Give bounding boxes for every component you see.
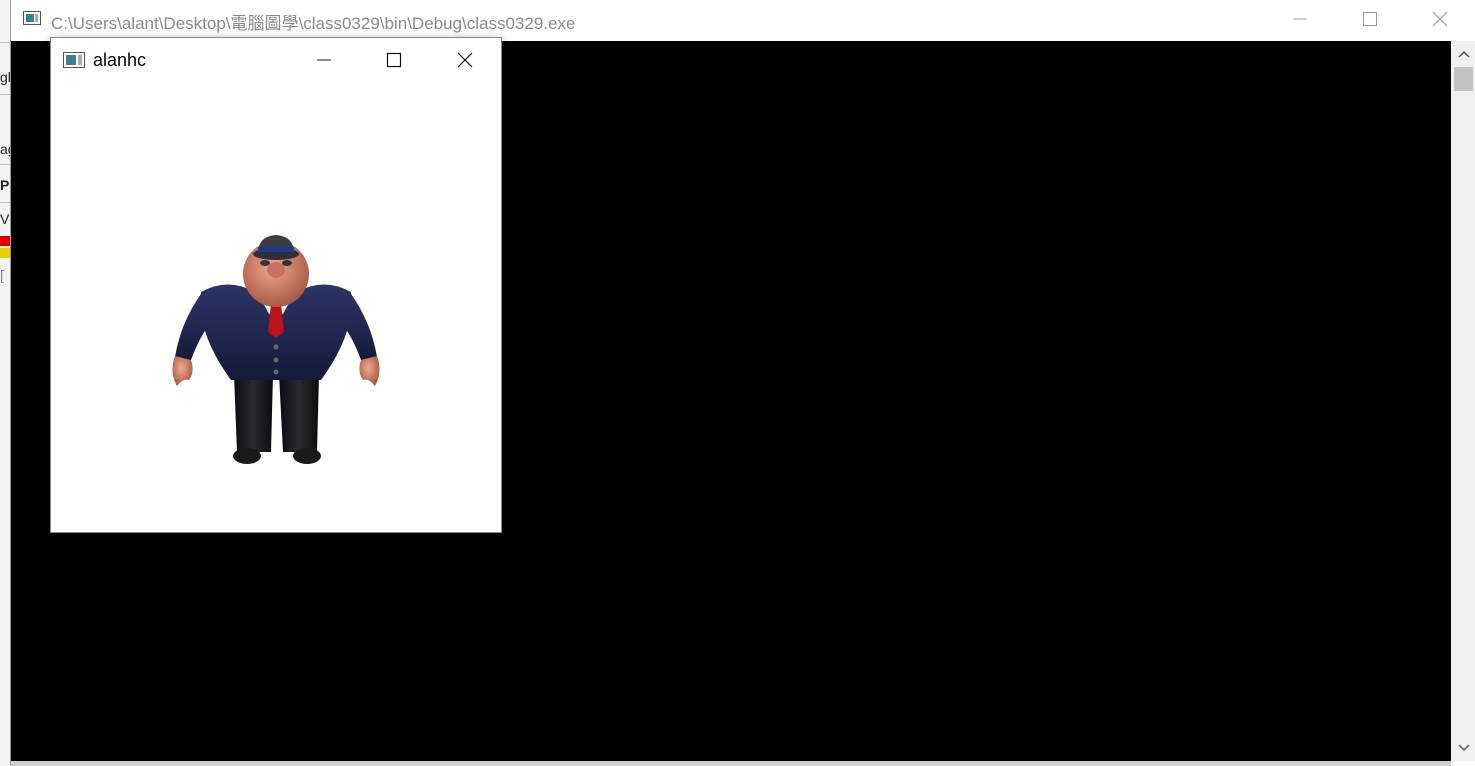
gl-titlebar[interactable]: alanhc xyxy=(51,38,501,82)
console-scrollbar[interactable] xyxy=(1451,41,1475,761)
console-window-title: C:\Users\alant\Desktop\電腦圖學\class0329\bi… xyxy=(51,14,576,33)
gl-maximize-button[interactable] xyxy=(359,41,429,79)
console-titlebar[interactable]: C:\Users\alant\Desktop\電腦圖學\class0329\bi… xyxy=(11,0,1475,41)
gl-render-canvas[interactable] xyxy=(51,82,501,532)
gl-window-title: alanhc xyxy=(93,50,147,70)
gl-minimize-button[interactable] xyxy=(289,41,359,79)
chevron-down-icon xyxy=(1457,744,1470,752)
chevron-up-icon xyxy=(1457,50,1470,58)
scroll-up-button[interactable] xyxy=(1451,43,1475,65)
close-icon xyxy=(1432,11,1448,27)
scroll-down-button[interactable] xyxy=(1451,737,1475,759)
console-maximize-button[interactable] xyxy=(1335,0,1405,38)
console-close-button[interactable] xyxy=(1405,0,1475,38)
minimize-icon xyxy=(1293,18,1307,20)
minimize-icon xyxy=(317,59,331,61)
gl-window: alanhc xyxy=(50,37,502,533)
console-bottom-edge xyxy=(11,761,1451,766)
console-app-icon xyxy=(23,11,41,25)
glut-app-icon xyxy=(63,52,85,68)
maximize-icon xyxy=(386,52,402,68)
console-minimize-button[interactable] xyxy=(1265,0,1335,38)
gl-close-button[interactable] xyxy=(430,41,500,79)
character-figure xyxy=(172,235,380,464)
maximize-icon xyxy=(1363,12,1377,26)
close-icon xyxy=(457,52,473,68)
scrollbar-thumb[interactable] xyxy=(1454,67,1473,91)
